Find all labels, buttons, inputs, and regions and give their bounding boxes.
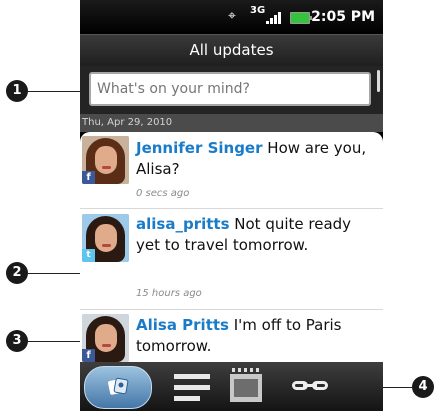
post-author[interactable]: alisa_pritts (136, 215, 230, 233)
date-header: Thu, Apr 29, 2010 (80, 114, 383, 132)
page-title: All updates (189, 41, 274, 59)
post-time: 0 secs ago (136, 188, 190, 199)
phone-screen: ⌖ 3G 2:05 PM All updates Thu, Apr 29, 20… (80, 0, 383, 411)
status-bar: ⌖ 3G 2:05 PM (80, 0, 383, 34)
tab-photos[interactable] (230, 366, 262, 407)
post-text: Jennifer Singer How are you, Alisa? (136, 138, 372, 180)
post-text: Alisa Pritts I'm off to Paris tomorrow. (136, 315, 372, 357)
avatar: f (82, 136, 129, 184)
title-bar: All updates (80, 34, 383, 67)
status-time: 2:05 PM (311, 9, 375, 25)
avatar: t (82, 214, 129, 262)
gps-icon: ⌖ (228, 8, 236, 24)
list-item[interactable]: f Alisa Pritts I'm off to Paris tomorrow… (80, 310, 383, 362)
network-type: 3G (250, 5, 266, 16)
post-time: 15 hours ago (136, 288, 202, 299)
callout-3-line (28, 341, 84, 342)
scrollbar[interactable] (377, 70, 380, 92)
twitter-icon: t (82, 249, 95, 262)
updates-feed: f Jennifer Singer How are you, Alisa? 0 … (80, 132, 383, 362)
facebook-icon: f (82, 349, 95, 362)
callout-2: 2 (6, 262, 28, 284)
post-text: alisa_pritts Not quite ready yet to trav… (136, 214, 372, 256)
list-item[interactable]: t alisa_pritts Not quite ready yet to tr… (80, 209, 383, 310)
status-input[interactable] (89, 72, 371, 106)
post-author[interactable]: Jennifer Singer (136, 139, 263, 157)
callout-4: 4 (412, 376, 434, 398)
list-item[interactable]: f Jennifer Singer How are you, Alisa? 0 … (80, 132, 383, 209)
tab-status-list[interactable] (174, 366, 210, 407)
updates-icon (108, 377, 129, 395)
tab-bar (80, 362, 383, 411)
signal-icon (266, 12, 284, 24)
callout-3: 3 (6, 330, 28, 352)
callout-1: 1 (6, 80, 28, 102)
status-composer (80, 66, 383, 114)
tab-links[interactable] (290, 366, 330, 407)
battery-icon (290, 12, 312, 24)
avatar: f (82, 314, 129, 362)
facebook-icon: f (82, 171, 95, 184)
post-author[interactable]: Alisa Pritts (136, 316, 229, 334)
tab-all-updates[interactable] (84, 366, 152, 409)
